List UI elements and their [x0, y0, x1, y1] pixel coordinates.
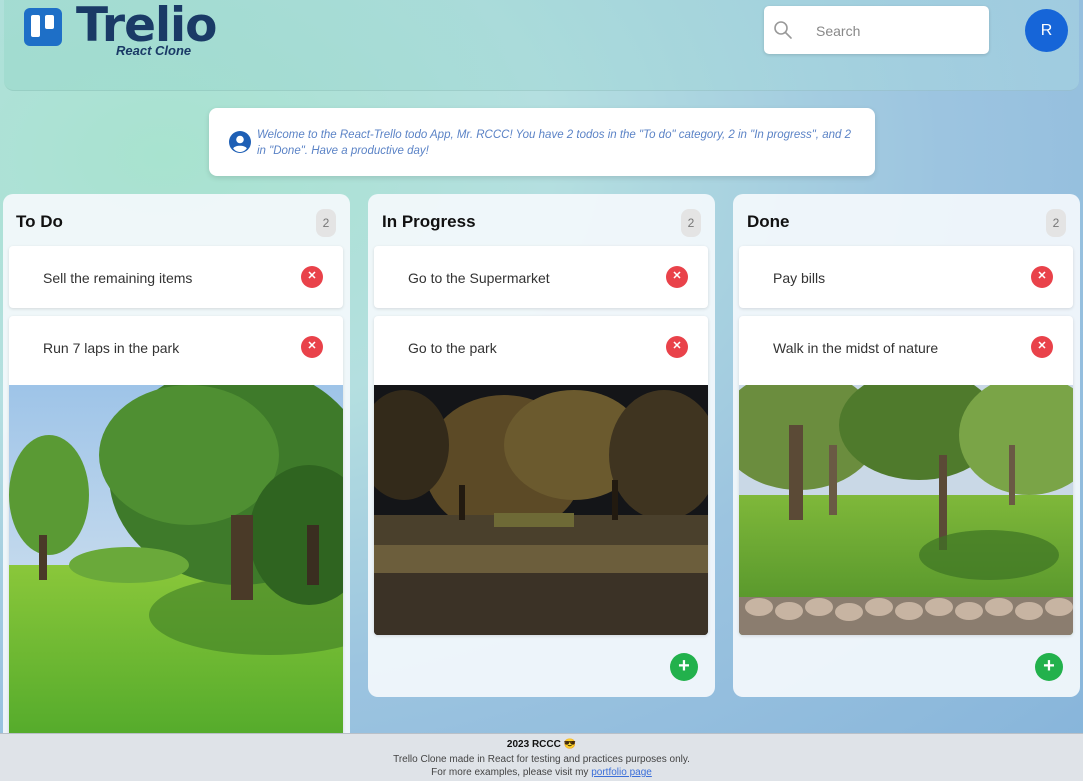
portfolio-link[interactable]: portfolio page	[591, 767, 652, 778]
user-avatar[interactable]: R	[1025, 9, 1068, 52]
task-card[interactable]: Go to the Supermarket ✕	[374, 246, 708, 308]
task-text: Sell the remaining items	[43, 270, 193, 286]
logo-subtitle: React Clone	[116, 43, 192, 58]
delete-task-button[interactable]: ✕	[666, 266, 688, 288]
column-count-badge: 2	[316, 209, 336, 237]
column-title: In Progress	[382, 212, 476, 231]
footer-portfolio-line: For more examples, please visit my portf…	[0, 767, 1083, 778]
task-card[interactable]: Sell the remaining items ✕	[9, 246, 343, 308]
x-icon: ✕	[307, 270, 317, 282]
task-text: Go to the Supermarket	[408, 270, 550, 286]
delete-task-button[interactable]: ✕	[1031, 266, 1053, 288]
search-icon	[774, 21, 792, 39]
plus-icon: +	[678, 655, 690, 677]
task-card[interactable]: Go to the park ✕	[374, 316, 708, 635]
footer-portfolio-prefix: For more examples, please visit my	[431, 767, 592, 778]
column-to-do: To Do 2 Sell the remaining items ✕ Run 7…	[3, 194, 350, 754]
task-card[interactable]: Run 7 laps in the park ✕	[9, 316, 343, 754]
x-icon: ✕	[307, 340, 317, 352]
app-logo[interactable]: Trelio React Clone	[24, 0, 224, 62]
park-night-photo	[374, 385, 708, 635]
task-card[interactable]: Walk in the midst of nature ✕	[739, 316, 1073, 635]
footer-description: Trello Clone made in React for testing a…	[393, 754, 690, 765]
trello-board-icon	[24, 8, 62, 46]
x-icon: ✕	[1037, 340, 1047, 352]
column-count-badge: 2	[1046, 209, 1066, 237]
task-text: Pay bills	[773, 270, 826, 286]
delete-task-button[interactable]: ✕	[301, 266, 323, 288]
delete-task-button[interactable]: ✕	[301, 336, 323, 358]
column-title: Done	[747, 212, 790, 231]
delete-task-button[interactable]: ✕	[666, 336, 688, 358]
column-title: To Do	[16, 212, 63, 231]
x-icon: ✕	[672, 270, 682, 282]
add-task-button[interactable]: +	[1035, 653, 1063, 681]
column-count-badge: 2	[681, 209, 701, 237]
column-done: Done 2 Pay bills ✕ Walk in the midst of …	[733, 194, 1080, 697]
x-icon: ✕	[1037, 270, 1047, 282]
footer-title: 2023 RCCC 😎	[506, 739, 577, 750]
task-text: Go to the park	[408, 340, 497, 356]
delete-task-button[interactable]: ✕	[1031, 336, 1053, 358]
column-in-progress: In Progress 2 Go to the Supermarket ✕ Go…	[368, 194, 715, 697]
task-text: Run 7 laps in the park	[43, 340, 180, 356]
user-circle-icon	[229, 131, 251, 153]
welcome-message: Welcome to the React-Trello todo App, Mr…	[257, 129, 851, 157]
task-text: Walk in the midst of nature	[773, 340, 939, 356]
add-task-button[interactable]: +	[670, 653, 698, 681]
footer: 2023 RCCC 😎 Trello Clone made in React f…	[0, 733, 1083, 781]
search-box[interactable]	[764, 6, 989, 54]
plus-icon: +	[1043, 655, 1055, 677]
x-icon: ✕	[672, 340, 682, 352]
park-daytime-photo	[9, 385, 343, 754]
header: Trelio React Clone R	[4, 0, 1079, 91]
welcome-banner: Welcome to the React-Trello todo App, Mr…	[209, 108, 875, 176]
nature-trees-photo	[739, 385, 1073, 635]
task-card[interactable]: Pay bills ✕	[739, 246, 1073, 308]
search-input[interactable]	[814, 18, 983, 44]
